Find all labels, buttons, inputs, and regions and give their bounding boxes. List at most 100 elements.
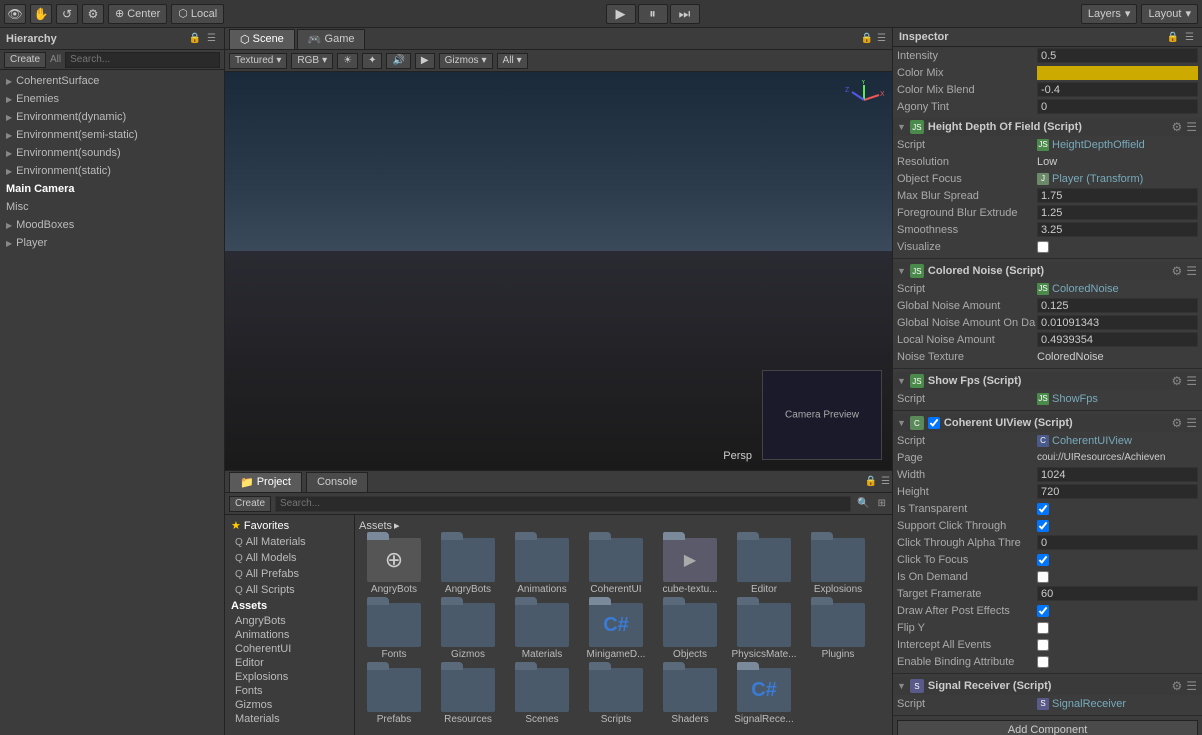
asset-item-animations[interactable]: Animations <box>507 536 577 597</box>
list-item[interactable]: Enemies <box>0 90 224 108</box>
asset-item-coherentui[interactable]: CoherentUI <box>581 536 651 597</box>
sidebar-item-all-scripts[interactable]: Q All Scripts <box>225 582 354 598</box>
inspector-lock-button[interactable]: 🔒 <box>1165 32 1181 43</box>
color-mix-blend-input[interactable] <box>1037 82 1198 97</box>
hd-visualize-checkbox[interactable] <box>1037 241 1049 253</box>
center-button[interactable]: ⊕ Center <box>108 4 167 24</box>
sidebar-item-gizmos[interactable]: Gizmos <box>225 698 354 712</box>
viewport-canvas[interactable]: X Y Z Camera Preview Persp <box>225 72 892 470</box>
sidebar-item-all-prefabs[interactable]: Q All Prefabs <box>225 566 354 582</box>
add-component-button[interactable]: Add Component <box>897 720 1198 735</box>
cn-global-noise-da-input[interactable] <box>1037 315 1198 330</box>
cn-global-noise-input[interactable] <box>1037 298 1198 313</box>
co-script-value[interactable]: CoherentUIView <box>1052 435 1132 447</box>
sf-menu-button[interactable]: ☰ <box>1185 374 1198 388</box>
textured-dropdown[interactable]: Textured ▾ <box>229 53 287 69</box>
game-tab[interactable]: 🎮 Game <box>297 29 366 49</box>
show-fps-header[interactable]: ▼ JS Show Fps (Script) ⚙ ☰ <box>893 372 1202 390</box>
hierarchy-create-button[interactable]: Create <box>4 52 46 68</box>
asset-item-resources[interactable]: Resources <box>433 666 503 727</box>
audio-button[interactable]: 🔊 <box>386 53 410 69</box>
co-binding-checkbox[interactable] <box>1037 656 1049 668</box>
color-mix-swatch[interactable] <box>1037 66 1198 80</box>
sf-settings-button[interactable]: ⚙ <box>1170 374 1183 388</box>
co-click-alpha-input[interactable] <box>1037 535 1198 550</box>
sidebar-item-materials[interactable]: Materials <box>225 712 354 726</box>
sidebar-item-angrybots[interactable]: AngryBots <box>225 614 354 628</box>
colored-noise-header[interactable]: ▼ JS Colored Noise (Script) ⚙ ☰ <box>893 262 1202 280</box>
asset-item-materials[interactable]: Materials <box>507 601 577 662</box>
hierarchy-menu-button[interactable]: ☰ <box>205 33 218 44</box>
list-item[interactable]: Environment(dynamic) <box>0 108 224 126</box>
co-framerate-input[interactable] <box>1037 586 1198 601</box>
bottom-icon1-button[interactable]: 🔍 <box>855 498 871 509</box>
viewport-menu-button[interactable]: ☰ <box>875 33 888 44</box>
bottom-menu-button[interactable]: ☰ <box>879 476 892 487</box>
co-click-focus-checkbox[interactable] <box>1037 554 1049 566</box>
project-search-input[interactable] <box>275 496 851 512</box>
list-item[interactable]: Environment(semi-static) <box>0 126 224 144</box>
co-intercept-checkbox[interactable] <box>1037 639 1049 651</box>
project-tab[interactable]: 📁 Project <box>229 472 302 492</box>
cn-local-noise-input[interactable] <box>1037 332 1198 347</box>
bottom-lock-button[interactable]: 🔒 <box>863 476 879 487</box>
sidebar-item-animations[interactable]: Animations <box>225 628 354 642</box>
co-width-input[interactable] <box>1037 467 1198 482</box>
sidebar-item-explosions[interactable]: Explosions <box>225 670 354 684</box>
hd-script-value[interactable]: HeightDepthOffield <box>1052 139 1145 151</box>
asset-item-gizmos[interactable]: Gizmos <box>433 601 503 662</box>
asset-item-minigame[interactable]: C# MinigameD... <box>581 601 651 662</box>
main-camera-item[interactable]: Main Camera <box>0 180 224 198</box>
agony-tint-input[interactable] <box>1037 99 1198 114</box>
viewport-lock-button[interactable]: 🔒 <box>859 33 875 44</box>
hand-button[interactable]: ✋ <box>30 4 52 24</box>
height-depth-settings-button[interactable]: ⚙ <box>1170 120 1183 134</box>
height-depth-header[interactable]: ▼ JS Height Depth Of Field (Script) ⚙ ☰ <box>893 118 1202 136</box>
height-depth-menu-button[interactable]: ☰ <box>1185 120 1198 134</box>
pause-button[interactable]: ⏸ <box>638 4 668 24</box>
asset-item-prefabs[interactable]: Prefabs <box>359 666 429 727</box>
asset-item-objects[interactable]: Objects <box>655 601 725 662</box>
list-item[interactable]: Misc <box>0 198 224 216</box>
scene-tab[interactable]: ⬡ Scene <box>229 29 295 49</box>
hierarchy-lock-button[interactable]: 🔒 <box>187 33 203 44</box>
play-button[interactable]: ▶ <box>606 4 636 24</box>
co-height-input[interactable] <box>1037 484 1198 499</box>
signal-receiver-header[interactable]: ▼ S Signal Receiver (Script) ⚙ ☰ <box>893 677 1202 695</box>
bottom-icon2-button[interactable]: ⊞ <box>876 498 888 509</box>
project-create-button[interactable]: Create <box>229 496 271 512</box>
all-dropdown[interactable]: All ▾ <box>497 53 528 69</box>
cn-menu-button[interactable]: ☰ <box>1185 264 1198 278</box>
asset-item-plugins[interactable]: Plugins <box>803 601 873 662</box>
coherent-header[interactable]: ▼ C Coherent UIView (Script) ⚙ ☰ <box>893 414 1202 432</box>
co-transparent-checkbox[interactable] <box>1037 503 1049 515</box>
inspector-menu-button[interactable]: ☰ <box>1183 32 1196 43</box>
rgb-dropdown[interactable]: RGB ▾ <box>291 53 333 69</box>
eye-button[interactable]: 👁 <box>4 4 26 24</box>
asset-item-physicsmaterial[interactable]: PhysicsMate... <box>729 601 799 662</box>
co-click-through-checkbox[interactable] <box>1037 520 1049 532</box>
co-menu-button[interactable]: ☰ <box>1185 416 1198 430</box>
asset-item-fonts[interactable]: Fonts <box>359 601 429 662</box>
sr-script-value[interactable]: SignalReceiver <box>1052 698 1126 710</box>
list-item[interactable]: Player <box>0 234 224 252</box>
sidebar-item-all-models[interactable]: Q All Models <box>225 550 354 566</box>
hd-foreground-input[interactable] <box>1037 205 1198 220</box>
co-flip-y-checkbox[interactable] <box>1037 622 1049 634</box>
sf-script-value[interactable]: ShowFps <box>1052 393 1098 405</box>
asset-item-cube-texture[interactable]: ▶ cube-textu... <box>655 536 725 597</box>
list-item[interactable]: Environment(static) <box>0 162 224 180</box>
cn-settings-button[interactable]: ⚙ <box>1170 264 1183 278</box>
fx-button[interactable]: ✦ <box>362 53 382 69</box>
asset-item-angrybots[interactable]: AngryBots <box>433 536 503 597</box>
co-draw-after-checkbox[interactable] <box>1037 605 1049 617</box>
list-item[interactable]: Environment(sounds) <box>0 144 224 162</box>
intensity-input[interactable] <box>1037 48 1198 63</box>
sidebar-item-editor[interactable]: Editor <box>225 656 354 670</box>
asset-item-signalreceiver[interactable]: C# SignalRece... <box>729 666 799 727</box>
hd-max-blur-input[interactable] <box>1037 188 1198 203</box>
list-item[interactable]: CoherentSurface <box>0 72 224 90</box>
refresh-button[interactable]: ↺ <box>56 4 78 24</box>
cn-script-value[interactable]: ColoredNoise <box>1052 283 1119 295</box>
hd-object-focus-value[interactable]: Player (Transform) <box>1052 173 1143 185</box>
